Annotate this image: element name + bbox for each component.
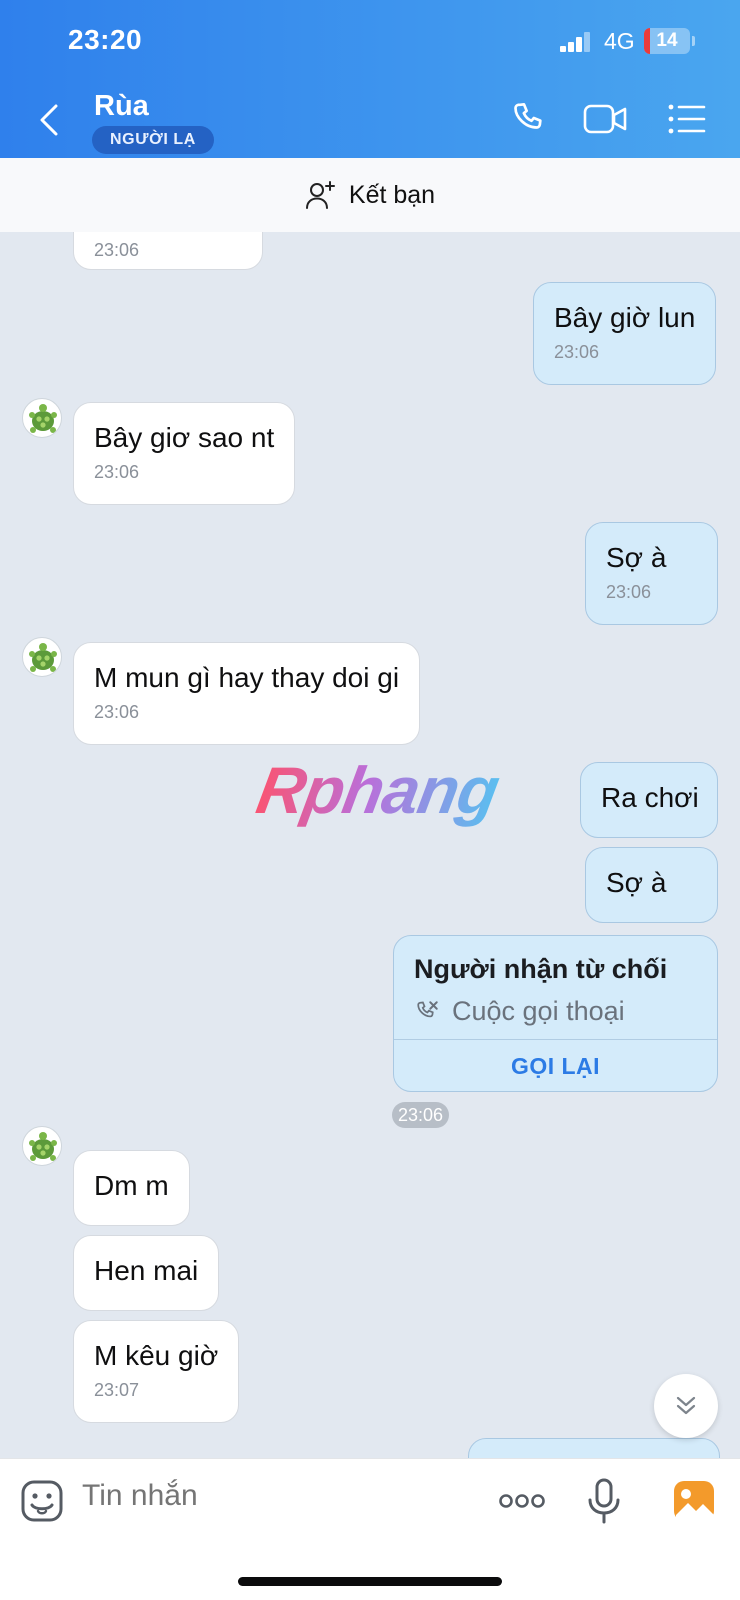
back-arrow-icon[interactable] (30, 96, 70, 144)
message-time: 23:06 (94, 462, 140, 482)
missed-call-icon (414, 999, 440, 1025)
message-text: Bây giờ lun (554, 302, 696, 333)
message-list[interactable]: 23:06 Bây giờ lun 23:06 Bây giơ sao nt 2… (0, 232, 740, 1458)
message-time: 23:06 (94, 240, 140, 260)
battery-icon: 14 (644, 28, 690, 54)
home-indicator[interactable] (238, 1577, 502, 1586)
call-card-subtitle: Cuộc gọi thoại (452, 996, 625, 1026)
message-text: M mun gì hay thay doi gi (94, 662, 400, 693)
double-chevron-down-icon (676, 1396, 696, 1415)
contact-name[interactable]: Rùa (94, 90, 149, 123)
message-bubble-outgoing-partial[interactable] (468, 1438, 720, 1458)
message-bubble-outgoing[interactable]: Ra chơi (580, 762, 718, 838)
sticker-icon[interactable] (18, 1477, 66, 1525)
call-back-button[interactable]: GỌI LẠI (394, 1039, 717, 1091)
message-bubble-incoming[interactable]: Bây giơ sao nt 23:06 (73, 402, 296, 505)
message-time: 23:07 (94, 1380, 140, 1400)
message-bubble-incoming[interactable]: Dm m (73, 1150, 190, 1226)
message-text: Ra chơi (601, 782, 699, 813)
contact-avatar[interactable] (22, 637, 62, 677)
network-type: 4G (604, 28, 635, 54)
battery-level: 14 (656, 30, 678, 51)
message-bubble-incoming[interactable]: M mun gì hay thay doi gi 23:06 (73, 642, 421, 745)
call-time-badge: 23:06 (392, 1102, 450, 1128)
status-time: 23:20 (68, 24, 143, 55)
message-text: Hen mai (94, 1255, 199, 1286)
add-friend-icon (305, 181, 335, 209)
scroll-to-bottom-button[interactable] (654, 1374, 718, 1438)
message-text: M kêu giờ (94, 1340, 219, 1371)
contact-avatar[interactable] (22, 1126, 62, 1166)
add-friend-label: Kết bạn (348, 180, 436, 209)
menu-list-icon[interactable] (664, 96, 710, 142)
message-bubble-outgoing[interactable]: Sợ à 23:06 (585, 522, 718, 625)
message-bubble-incoming[interactable]: 23:06 (73, 232, 263, 270)
signal-strength-icon (560, 32, 592, 52)
declined-call-card[interactable]: Người nhận từ chối Cuộc gọi thoại GỌI LẠ… (393, 935, 718, 1092)
message-time: 23:06 (606, 582, 652, 602)
stranger-badge: NGƯỜI LẠ (92, 126, 214, 154)
chat-header: 23:20 4G 14 Rùa NGƯỜI LẠ (0, 0, 740, 158)
watermark-logo: Rphang (251, 753, 505, 827)
message-text: Sợ à (606, 867, 667, 898)
phone-icon[interactable] (506, 96, 552, 142)
message-time: 23:06 (554, 342, 600, 362)
battery-cap (692, 36, 695, 46)
message-text: Bây giơ sao nt (94, 422, 275, 453)
message-time: 23:06 (94, 702, 140, 722)
call-card-title: Người nhận từ chối (414, 954, 668, 984)
video-call-icon[interactable] (582, 96, 628, 142)
image-gallery-icon[interactable] (670, 1477, 718, 1525)
microphone-icon[interactable] (580, 1477, 628, 1525)
message-bubble-incoming[interactable]: Hen mai (73, 1235, 220, 1311)
message-bubble-outgoing[interactable]: Bây giờ lun 23:06 (533, 282, 717, 385)
message-bubble-outgoing[interactable]: Sợ à (585, 847, 718, 923)
message-bubble-incoming[interactable]: M kêu giờ 23:07 (73, 1320, 240, 1423)
contact-avatar[interactable] (22, 398, 62, 438)
message-text: Dm m (94, 1170, 169, 1201)
more-options-icon[interactable] (496, 1477, 548, 1525)
message-input[interactable] (82, 1479, 462, 1513)
add-friend-bar[interactable]: Kết bạn (0, 158, 740, 232)
message-text: Sợ à (606, 542, 667, 573)
